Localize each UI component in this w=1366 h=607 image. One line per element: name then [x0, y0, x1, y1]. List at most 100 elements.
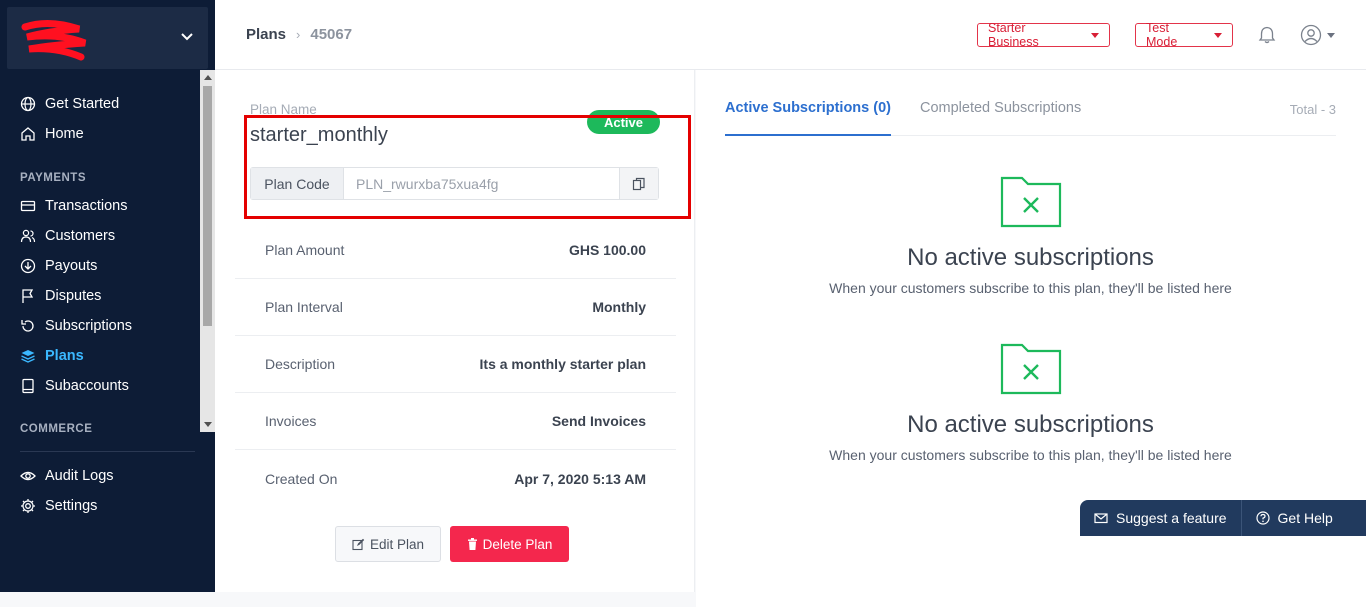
caret-down-icon [1091, 32, 1099, 38]
user-avatar-icon[interactable] [1300, 24, 1322, 46]
empty-state-active-duplicate: No active subscriptions When your custom… [725, 343, 1336, 463]
highlight-annotation-box [244, 115, 691, 219]
detail-row-amount: Plan Amount GHS 100.00 [235, 222, 676, 279]
edit-plan-button[interactable]: Edit Plan [335, 526, 441, 562]
empty-state-active: No active subscriptions When your custom… [725, 176, 1336, 296]
bell-icon[interactable] [1257, 25, 1277, 45]
detail-row-interval: Plan Interval Monthly [235, 279, 676, 336]
detail-row-invoices: Invoices Send Invoices [235, 393, 676, 450]
globe-icon [20, 96, 36, 112]
payments-section-heading: PAYMENTS [20, 172, 86, 184]
flag-icon [22, 289, 34, 303]
subscriptions-total: Total - 3 [1289, 102, 1336, 117]
detail-value: GHS 100.00 [568, 242, 646, 258]
mail-icon [1094, 513, 1108, 524]
breadcrumb-current: 45067 [310, 26, 353, 43]
refresh-icon [21, 320, 34, 332]
breadcrumb-plans-link[interactable]: Plans [246, 26, 286, 43]
get-help-button[interactable]: Get Help [1242, 500, 1347, 536]
detail-label: Plan Amount [265, 242, 345, 258]
suggest-feature-label: Suggest a feature [1116, 510, 1227, 526]
subscriptions-tabs: Active Subscriptions (0) Completed Subsc… [725, 100, 1336, 136]
user-menu-caret-icon[interactable] [1327, 33, 1335, 38]
sidebar-item-transactions[interactable]: Transactions [20, 194, 127, 218]
book-icon [22, 378, 34, 394]
detail-value: Its a monthly starter plan [479, 356, 646, 372]
top-header: Plans › 45067 Starter Business Test Mode [215, 0, 1366, 70]
breadcrumb-separator-icon: › [296, 27, 301, 42]
detail-row-description: Description Its a monthly starter plan [235, 336, 676, 393]
plan-details-list: Plan Amount GHS 100.00 Plan Interval Mon… [235, 222, 676, 507]
business-switcher[interactable] [7, 7, 208, 69]
empty-folder-icon [1000, 176, 1061, 228]
gear-icon [21, 499, 35, 513]
detail-value: Apr 7, 2020 5:13 AM [514, 470, 646, 487]
empty-state-subtitle: When your customers subscribe to this pl… [829, 280, 1232, 296]
sidebar-item-label: Transactions [45, 198, 128, 214]
mode-label: Test Mode [1146, 21, 1178, 49]
home-icon [21, 127, 35, 141]
sidebar-item-label: Customers [45, 228, 116, 244]
sidebar-item-label: Subscriptions [45, 318, 133, 334]
trash-icon [467, 538, 477, 550]
sidebar-divider [20, 451, 195, 452]
delete-plan-button[interactable]: Delete Plan [450, 526, 569, 562]
suggest-feature-button[interactable]: Suggest a feature [1080, 500, 1241, 536]
delete-plan-label: Delete Plan [482, 536, 553, 552]
sidebar-item-audit-logs[interactable]: Audit Logs [20, 464, 114, 488]
sidebar-item-label: Home [45, 126, 84, 142]
empty-state-title: No active subscriptions [907, 244, 1154, 271]
sidebar-item-disputes[interactable]: Disputes [20, 284, 101, 308]
tab-active-subscriptions[interactable]: Active Subscriptions (0) [725, 100, 891, 136]
scrollbar-thumb[interactable] [203, 86, 212, 326]
edit-icon [352, 538, 365, 550]
payout-icon [20, 258, 36, 274]
empty-folder-icon [1000, 343, 1061, 395]
help-bar: Suggest a feature Get Help [1080, 500, 1366, 536]
detail-label: Description [265, 356, 336, 372]
detail-label: Created On [265, 470, 338, 487]
chevron-down-icon [181, 33, 193, 41]
business-plan-label: Starter Business [988, 21, 1039, 49]
sidebar-item-subaccounts[interactable]: Subaccounts [20, 374, 129, 398]
sidebar-item-label: Get Started [45, 96, 120, 112]
sidebar-item-label: Disputes [45, 288, 102, 304]
commerce-section-heading: COMMERCE [20, 423, 93, 435]
layers-icon [21, 350, 35, 363]
question-circle-icon [1255, 511, 1270, 525]
detail-value: Monthly [592, 299, 646, 315]
plan-details-card: Plan Name starter_monthly Active Plan Co… [215, 70, 695, 592]
mode-dropdown[interactable]: Test Mode [1135, 21, 1233, 49]
detail-row-created-on: Created On Apr 7, 2020 5:13 AM [235, 450, 676, 507]
scroll-down-icon[interactable] [204, 422, 212, 427]
sidebar-item-get-started[interactable]: Get Started [20, 92, 119, 116]
sidebar-item-plans[interactable]: Plans [20, 344, 84, 368]
empty-state-subtitle: When your customers subscribe to this pl… [829, 447, 1232, 463]
edit-plan-label: Edit Plan [369, 536, 425, 552]
card-icon [20, 200, 36, 212]
sidebar-scrollbar[interactable] [200, 70, 215, 432]
detail-label: Plan Interval [265, 299, 343, 315]
sidebar-item-label: Settings [45, 498, 98, 514]
get-help-label: Get Help [1277, 510, 1333, 526]
business-plan-dropdown[interactable]: Starter Business [977, 21, 1110, 49]
sidebar-item-label: Payouts [45, 258, 98, 274]
detail-value: Send Invoices [551, 413, 646, 429]
sidebar-item-settings[interactable]: Settings [20, 494, 97, 518]
eye-icon [20, 471, 36, 481]
sidebar-item-label: Plans [45, 348, 84, 364]
sidebar: Get Started Home PAYMENTS Transactions C… [0, 0, 215, 592]
empty-state-title: No active subscriptions [907, 411, 1154, 438]
breadcrumb: Plans › 45067 [246, 26, 352, 43]
tab-completed-subscriptions[interactable]: Completed Subscriptions [920, 100, 1081, 136]
detail-label: Invoices [265, 413, 317, 429]
sidebar-item-home[interactable]: Home [20, 122, 84, 146]
sidebar-item-subscriptions[interactable]: Subscriptions [20, 314, 132, 338]
sidebar-item-payouts[interactable]: Payouts [20, 254, 97, 278]
sidebar-item-customers[interactable]: Customers [20, 224, 115, 248]
sidebar-item-label: Subaccounts [45, 378, 129, 394]
users-icon [20, 229, 36, 243]
sidebar-item-label: Audit Logs [45, 468, 114, 484]
scroll-up-icon[interactable] [204, 75, 212, 80]
redacted-business-name [21, 20, 87, 61]
